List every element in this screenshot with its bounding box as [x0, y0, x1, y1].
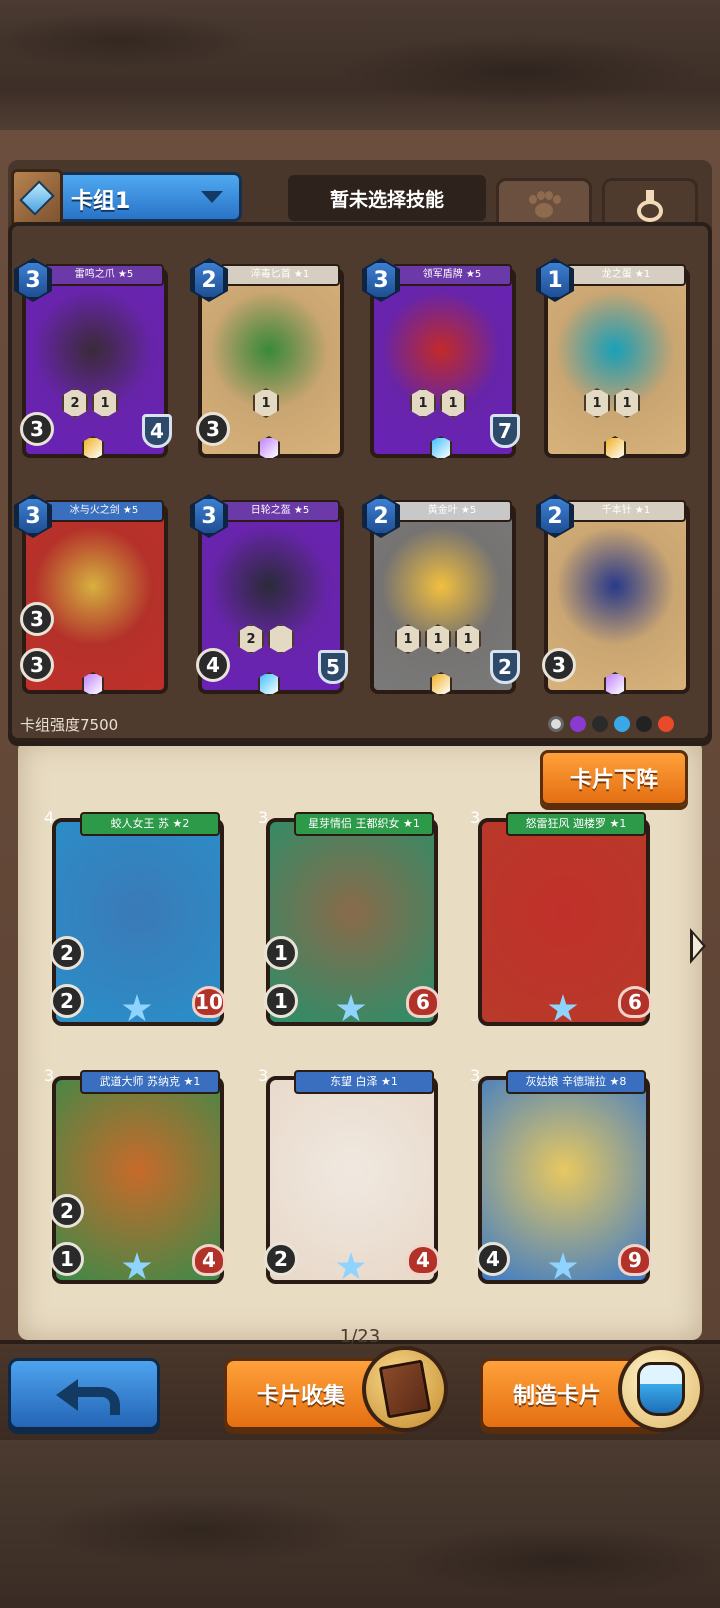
- card-name: 日轮之盔 ★5: [220, 500, 340, 522]
- remove-card-button[interactable]: 卡片下阵: [540, 750, 688, 806]
- card-left-stat: 3: [542, 648, 576, 682]
- card-health-stat: 6: [618, 986, 652, 1018]
- card-left-stat: 3: [20, 648, 54, 682]
- deck-selector[interactable]: 卡组1: [11, 169, 242, 227]
- fire-type-icon: [658, 716, 674, 732]
- card-health-stat: 4: [192, 1244, 226, 1276]
- paw-icon: [527, 190, 561, 221]
- card-name: 灰姑娘 辛德瑞拉 ★8: [506, 1070, 646, 1094]
- deck-card[interactable]: 雷鸣之爪 ★5 3 3 4 2 1: [14, 258, 172, 460]
- card-art: [210, 526, 328, 646]
- neutral-type-icon: [548, 716, 564, 732]
- water-type-icon: [614, 716, 630, 732]
- back-arrow-icon: [56, 1377, 120, 1415]
- deck-card[interactable]: 领军盾牌 ★5 3 7 1 1: [362, 258, 520, 460]
- card-name: 领军盾牌 ★5: [392, 264, 512, 286]
- card-left-stat: 4: [196, 648, 230, 682]
- card-collection-label: 卡片收集: [257, 1384, 346, 1409]
- deck-card[interactable]: 黄金叶 ★5 2 2 1 1 1: [362, 494, 520, 696]
- card-left-stat: 3: [20, 412, 54, 446]
- card-health-stat: 10: [192, 986, 226, 1018]
- card-name: 东望 白泽 ★1: [294, 1070, 434, 1094]
- card-attack-stat: 2: [50, 984, 84, 1018]
- card-left-stat: 3: [196, 412, 230, 446]
- card-name: 怒雷狂风 迦楼罗 ★1: [506, 812, 646, 836]
- wood-background-bottom: [0, 1440, 720, 1608]
- card-armor-stat: 7: [490, 414, 520, 448]
- wood-background-top: [0, 0, 720, 150]
- deck-card[interactable]: 冰与火之剑 ★5 3 3 3: [14, 494, 168, 696]
- beast-type-icon: [636, 716, 652, 732]
- card-name: 蛟人女王 苏 ★2: [80, 812, 220, 836]
- potion-jar-icon[interactable]: [618, 1346, 704, 1432]
- page-indicator: 1/23: [339, 1326, 381, 1347]
- card-art: [556, 290, 674, 410]
- card-name: 武道大师 苏纳克 ★1: [80, 1070, 220, 1094]
- card-book-icon[interactable]: [362, 1346, 448, 1432]
- flask-icon: [633, 188, 667, 224]
- back-button[interactable]: [8, 1358, 160, 1430]
- card-left-stat: 1: [264, 936, 298, 970]
- card-attack-stat: 1: [50, 1242, 84, 1276]
- chevron-down-icon: [201, 191, 223, 203]
- card-art: [556, 526, 674, 646]
- card-name: 雷鸣之爪 ★5: [44, 264, 164, 286]
- deck-name: 卡组1: [71, 189, 131, 214]
- type-filter-icons: [548, 716, 674, 732]
- card-name: 黄金叶 ★5: [392, 500, 512, 522]
- card-name: 淬毒匕首 ★1: [220, 264, 340, 286]
- card-name: 千本针 ★1: [566, 500, 686, 522]
- skill-selector[interactable]: 暂未选择技能: [288, 175, 486, 221]
- card-art: [34, 526, 152, 646]
- collection-card[interactable]: 东望 白泽 ★1 3 2 4: [258, 1066, 442, 1288]
- card-health-stat: 6: [406, 986, 440, 1018]
- deck-card[interactable]: 淬毒匕首 ★1 2 3 1: [190, 258, 344, 460]
- arcane-type-icon: [570, 716, 586, 732]
- card-name: 星芽情侣 王都织女 ★1: [294, 812, 434, 836]
- deck-strength: 卡组强度7500: [20, 716, 119, 734]
- card-health-stat: 9: [618, 1244, 652, 1276]
- card-armor-stat: 2: [490, 650, 520, 684]
- card-art: [382, 290, 500, 410]
- card-name: 冰与火之剑 ★5: [44, 500, 164, 522]
- deck-card[interactable]: 龙之蛋 ★1 1 1 1: [536, 258, 690, 460]
- collection-card[interactable]: 蛟人女王 苏 ★2 4 2 2 10: [44, 808, 228, 1030]
- card-attack-stat: 2: [264, 1242, 298, 1276]
- deck-book-icon: [11, 169, 63, 227]
- card-armor-stat: 5: [318, 650, 348, 684]
- next-page-arrow-icon[interactable]: [690, 928, 706, 964]
- collection-card[interactable]: 怒雷狂风 迦楼罗 ★1 3 6: [470, 808, 654, 1030]
- card-left-stat-2: 3: [20, 602, 54, 636]
- card-art: [34, 290, 152, 410]
- card-name: 龙之蛋 ★1: [566, 264, 686, 286]
- deck-card[interactable]: 日轮之盔 ★5 3 4 5 2: [190, 494, 348, 696]
- card-left-stat: 2: [50, 1194, 84, 1228]
- card-attack-stat: 1: [264, 984, 298, 1018]
- collection-card[interactable]: 灰姑娘 辛德瑞拉 ★8 3 4 9: [470, 1066, 654, 1288]
- card-health-stat: 4: [406, 1244, 440, 1276]
- collection-card[interactable]: 星芽情侣 王都织女 ★1 3 1 1 6: [258, 808, 442, 1030]
- shadow-type-icon: [592, 716, 608, 732]
- craft-card-label: 制造卡片: [513, 1384, 602, 1409]
- card-left-stat: 2: [50, 936, 84, 970]
- card-attack-stat: 4: [476, 1242, 510, 1276]
- deck-card[interactable]: 千本针 ★1 2 3: [536, 494, 690, 696]
- card-armor-stat: 4: [142, 414, 172, 448]
- collection-card[interactable]: 武道大师 苏纳克 ★1 3 2 1 4: [44, 1066, 228, 1288]
